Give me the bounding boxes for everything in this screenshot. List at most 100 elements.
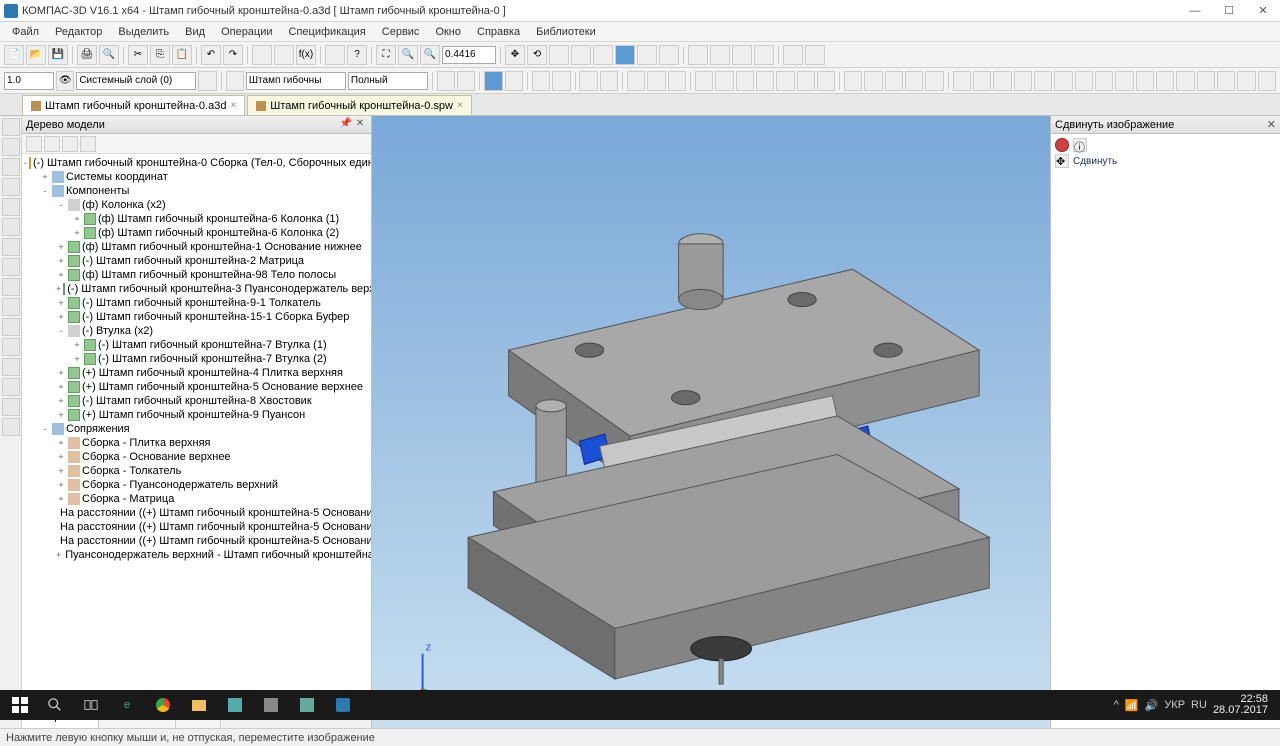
tb2-e[interactable]	[532, 71, 550, 91]
tray-volume-icon[interactable]: 🔊	[1145, 699, 1159, 712]
undo-button[interactable]: ↶	[201, 45, 221, 65]
part-combo[interactable]	[246, 72, 346, 90]
tree-node[interactable]: +(ф) Штамп гибочный кронштейна-6 Колонка…	[22, 226, 371, 240]
tb2-g[interactable]	[579, 71, 597, 91]
tb2-i[interactable]	[627, 71, 645, 91]
tree-toggle[interactable]: +	[56, 284, 61, 294]
tree-node[interactable]: +(-) Штамп гибочный кронштейна-7 Втулка …	[22, 352, 371, 366]
tree-toggle[interactable]: +	[56, 368, 66, 378]
tab-close[interactable]: ×	[230, 100, 236, 111]
vtool-h[interactable]	[2, 418, 20, 436]
right-panel-close[interactable]: ✕	[1267, 118, 1276, 131]
tree-node[interactable]: +(ф) Штамп гибочный кронштейна-1 Основан…	[22, 240, 371, 254]
tb2-m[interactable]	[715, 71, 733, 91]
tree-node[interactable]: +Сборка - Пуансонодержатель верхний	[22, 478, 371, 492]
tree-node[interactable]: На расстоянии ((+) Штамп гибочный кроншт…	[22, 534, 371, 548]
menu-справка[interactable]: Справка	[469, 24, 528, 40]
tray-chevron-icon[interactable]: ^	[1114, 699, 1119, 711]
tree-tool-a[interactable]	[26, 136, 42, 152]
tb2-l[interactable]	[695, 71, 713, 91]
tree-toggle[interactable]: +	[56, 410, 66, 420]
tb-btn-h[interactable]	[659, 45, 679, 65]
tb2-p[interactable]	[776, 71, 794, 91]
vtool-a[interactable]	[2, 278, 20, 296]
vtool-g[interactable]	[2, 398, 20, 416]
display-combo[interactable]	[348, 72, 428, 90]
layer-vis-button[interactable]: 👁	[56, 71, 74, 91]
tree-tool-d[interactable]	[80, 136, 96, 152]
minimize-button[interactable]: —	[1182, 2, 1208, 20]
tb2-x8[interactable]	[1095, 71, 1113, 91]
tree-pin-button[interactable]: 📌	[339, 118, 353, 132]
tree-close-button[interactable]: ✕	[353, 118, 367, 132]
tb2-x2[interactable]	[973, 71, 991, 91]
3d-viewport[interactable]: z y x	[372, 116, 1050, 728]
vtool-constraint[interactable]	[2, 258, 20, 276]
copy-button[interactable]: ⎘	[150, 45, 170, 65]
tree-toggle[interactable]: +	[56, 256, 66, 266]
tree-toggle[interactable]: -	[40, 186, 50, 196]
taskbar-app1[interactable]	[218, 692, 252, 718]
vtool-b[interactable]	[2, 298, 20, 316]
tb-btn-d[interactable]	[549, 45, 569, 65]
taskbar-clock[interactable]: 22:58 28.07.2017	[1213, 694, 1268, 716]
menu-окно[interactable]: Окно	[427, 24, 469, 40]
vtool-select[interactable]	[2, 118, 20, 136]
tb2-j[interactable]	[647, 71, 665, 91]
vtool-d[interactable]	[2, 338, 20, 356]
tree-toggle[interactable]: +	[72, 228, 82, 238]
tb2-h[interactable]	[600, 71, 618, 91]
preview-button[interactable]: 🔍	[99, 45, 119, 65]
tree-toggle[interactable]: +	[56, 550, 61, 560]
vtool-dim[interactable]	[2, 238, 20, 256]
taskbar-explorer[interactable]	[182, 692, 216, 718]
vtool-sketch[interactable]	[2, 138, 20, 156]
move-icon[interactable]: ✥	[1055, 154, 1069, 168]
tree-node[interactable]: -(ф) Колонка (x2)	[22, 198, 371, 212]
tb-btn-e[interactable]	[571, 45, 591, 65]
new-button[interactable]: 📄	[4, 45, 24, 65]
tree-node[interactable]: -Компоненты	[22, 184, 371, 198]
close-button[interactable]: ✕	[1250, 2, 1276, 20]
tb2-o[interactable]	[756, 71, 774, 91]
tb2-x16[interactable]	[1258, 71, 1276, 91]
tb2-x9[interactable]	[1115, 71, 1133, 91]
save-button[interactable]: 💾	[48, 45, 68, 65]
tb2-x5[interactable]	[1034, 71, 1052, 91]
taskbar-app3[interactable]	[290, 692, 324, 718]
taskbar-edge[interactable]: e	[110, 692, 144, 718]
tb-cube-icon[interactable]	[615, 45, 635, 65]
menu-сервис[interactable]: Сервис	[374, 24, 428, 40]
menu-вид[interactable]: Вид	[177, 24, 213, 40]
start-button[interactable]	[4, 692, 36, 718]
vtool-c[interactable]	[2, 318, 20, 336]
tree-body[interactable]: - (-) Штамп гибочный кронштейна-0 Сборка…	[22, 154, 371, 696]
tb2-w[interactable]	[925, 71, 943, 91]
taskbar-kompas[interactable]	[326, 692, 360, 718]
tree-node[interactable]: +Сборка - Матрица	[22, 492, 371, 506]
tb2-d[interactable]	[505, 71, 523, 91]
help-button[interactable]: ?	[347, 45, 367, 65]
search-icon[interactable]	[38, 692, 72, 718]
tb2-x7[interactable]	[1075, 71, 1093, 91]
info-icon[interactable]: ⓘ	[1073, 138, 1087, 152]
tree-toggle[interactable]: -	[24, 158, 27, 168]
tree-toggle[interactable]: +	[72, 214, 82, 224]
tb-btn-a[interactable]	[252, 45, 272, 65]
tb2-c[interactable]	[484, 71, 502, 91]
tray-network-icon[interactable]: 📶	[1125, 699, 1139, 712]
menu-библиотеки[interactable]: Библиотеки	[528, 24, 604, 40]
tb2-t[interactable]	[864, 71, 882, 91]
tree-node[interactable]: +(-) Штамп гибочный кронштейна-9-1 Толка…	[22, 296, 371, 310]
tree-node[interactable]: На расстоянии ((+) Штамп гибочный кроншт…	[22, 520, 371, 534]
vtool-rect[interactable]	[2, 218, 20, 236]
scale-combo[interactable]	[4, 72, 54, 90]
tree-toggle[interactable]: -	[56, 326, 66, 336]
tb2-x3[interactable]	[993, 71, 1011, 91]
tree-node[interactable]: +Сборка - Плитка верхняя	[22, 436, 371, 450]
layer-btn[interactable]	[198, 71, 216, 91]
tb2-u[interactable]	[885, 71, 903, 91]
tree-node[interactable]: +Пуансонодержатель верхний - Штамп гибоч…	[22, 548, 371, 562]
tb-btn-fx[interactable]: f(x)	[296, 45, 316, 65]
vtool-arc[interactable]	[2, 178, 20, 196]
